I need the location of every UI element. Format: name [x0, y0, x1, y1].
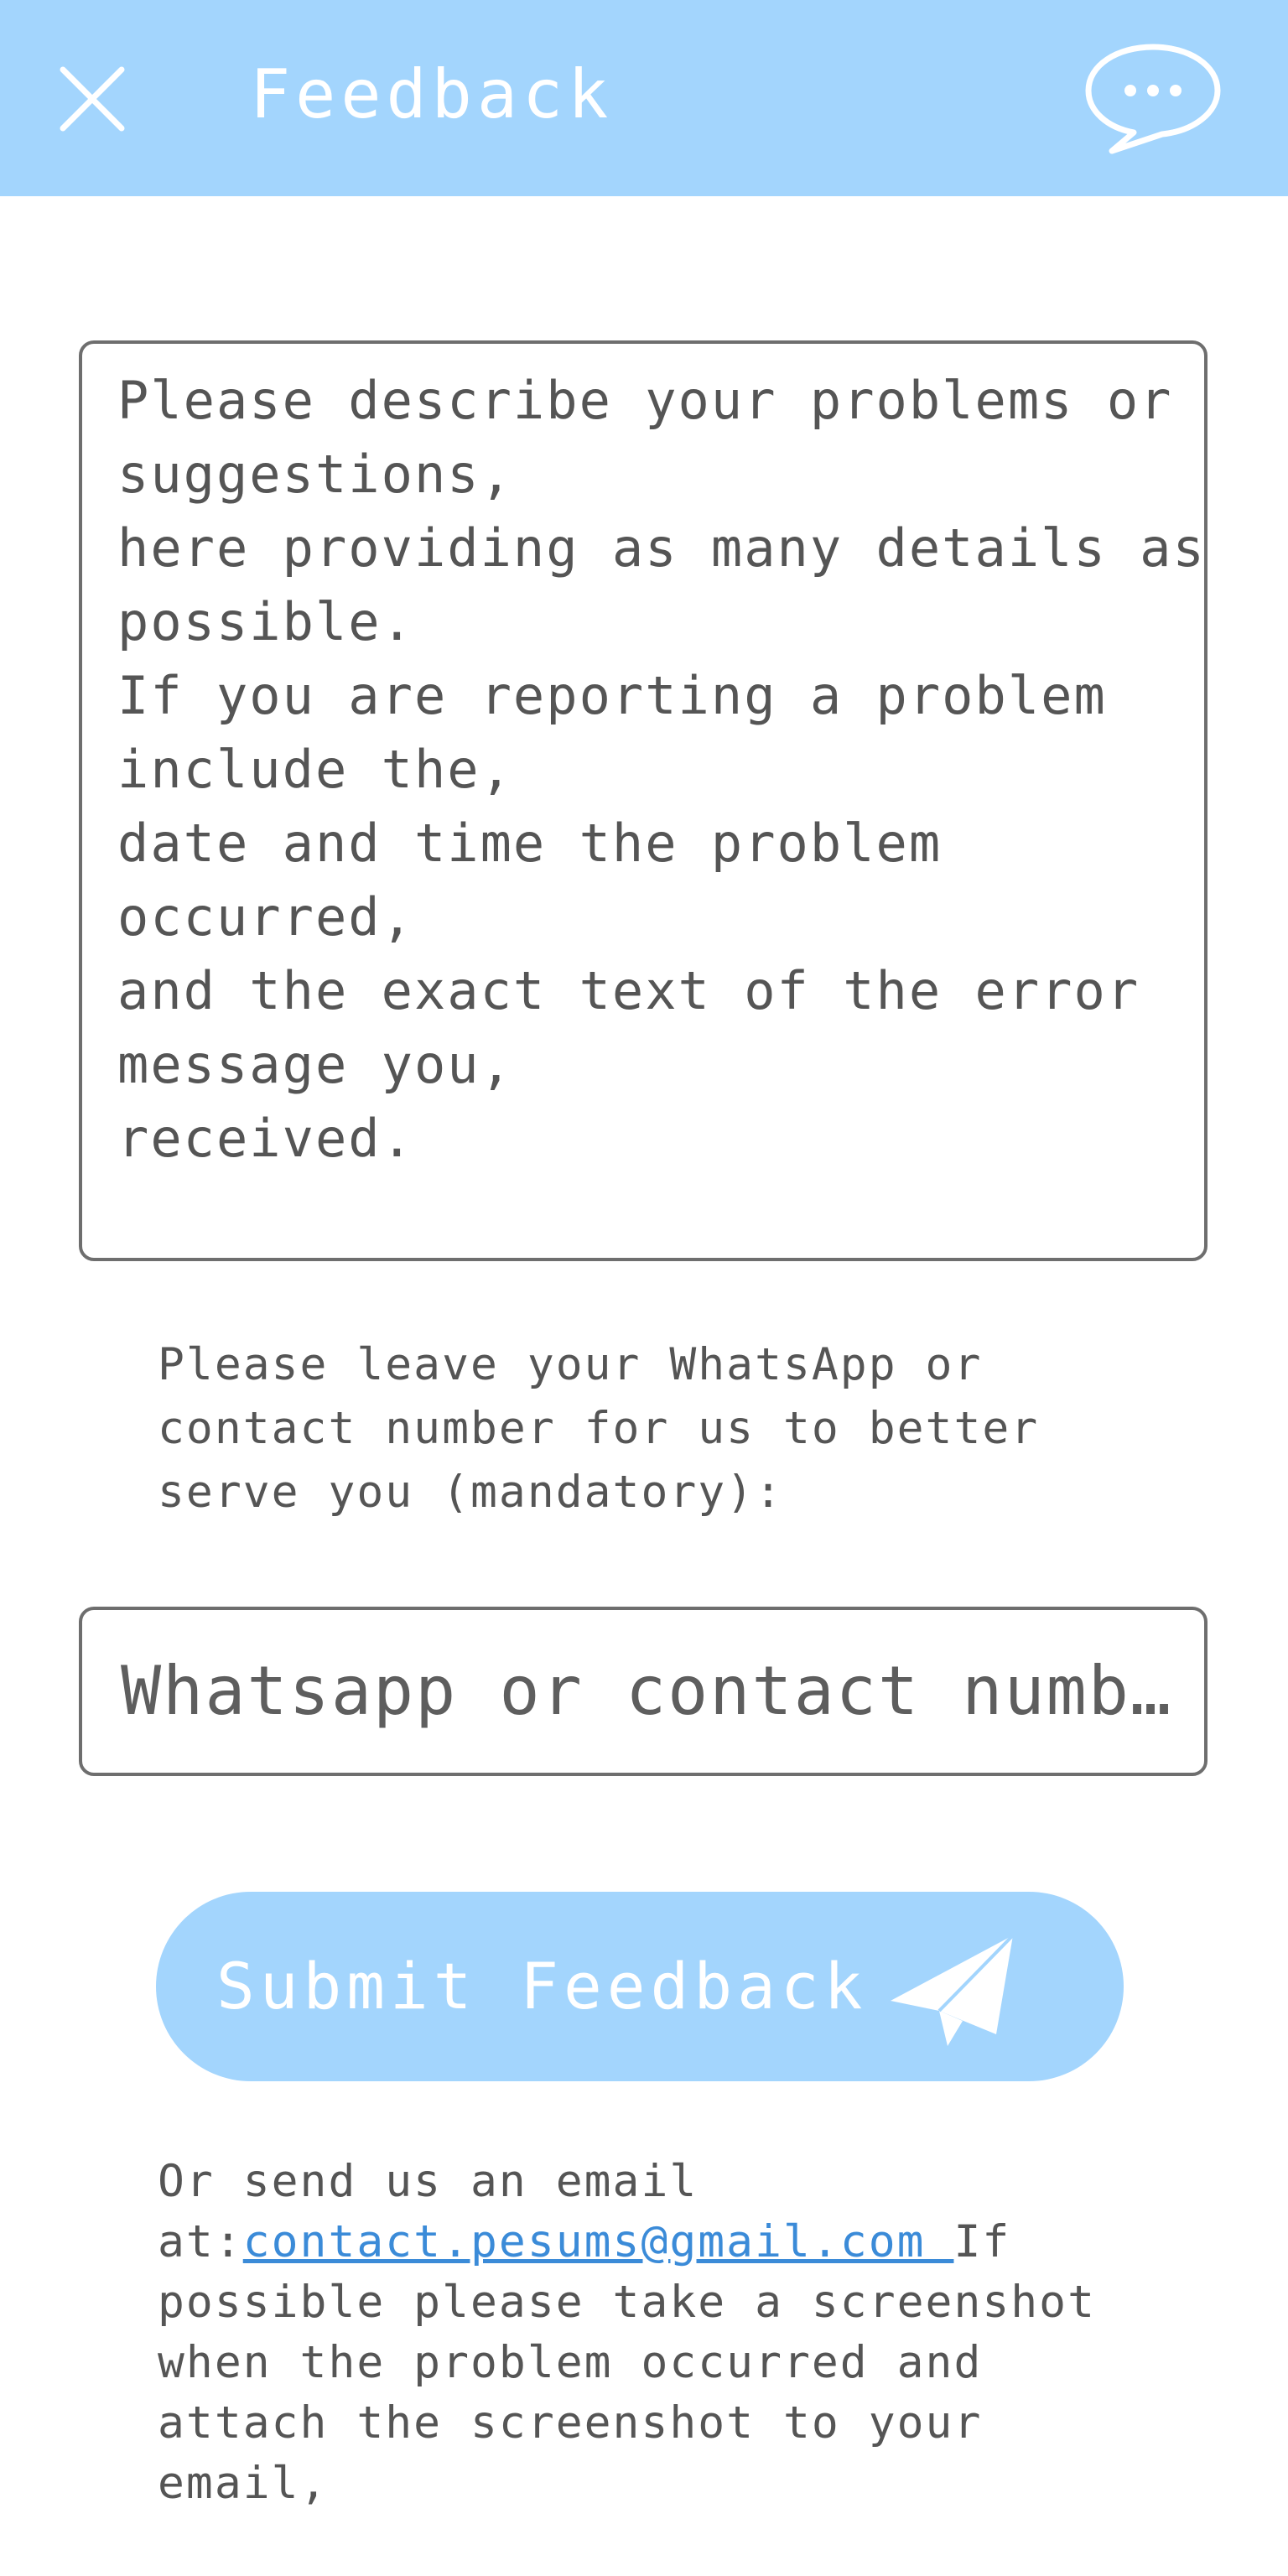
email-note: Or send us an email at:contact.pesums@gm… — [158, 2152, 1164, 2514]
close-icon — [60, 66, 125, 132]
submit-feedback-button[interactable]: Submit Feedback — [156, 1892, 1124, 2081]
contact-number-input[interactable]: Whatsapp or contact number — [79, 1607, 1208, 1776]
feedback-textarea[interactable]: Please describe your problems or suggest… — [79, 340, 1208, 1261]
send-icon — [891, 1934, 1015, 2046]
page-title: Feedback — [250, 55, 614, 133]
chat-bubble-icon — [1085, 44, 1221, 154]
contact-prompt-label: Please leave your WhatsApp or contact nu… — [158, 1339, 1040, 1518]
app-header: Feedback — [0, 0, 1288, 196]
close-button[interactable] — [52, 59, 132, 139]
submit-feedback-label: Submit Feedback — [216, 1949, 868, 2023]
chat-button[interactable] — [1082, 40, 1224, 158]
feedback-placeholder: Please describe your problems or suggest… — [117, 370, 1206, 1169]
email-link[interactable]: contact.pesums@gmail.com — [243, 2216, 954, 2267]
contact-number-placeholder: Whatsapp or contact number — [121, 1652, 1177, 1730]
